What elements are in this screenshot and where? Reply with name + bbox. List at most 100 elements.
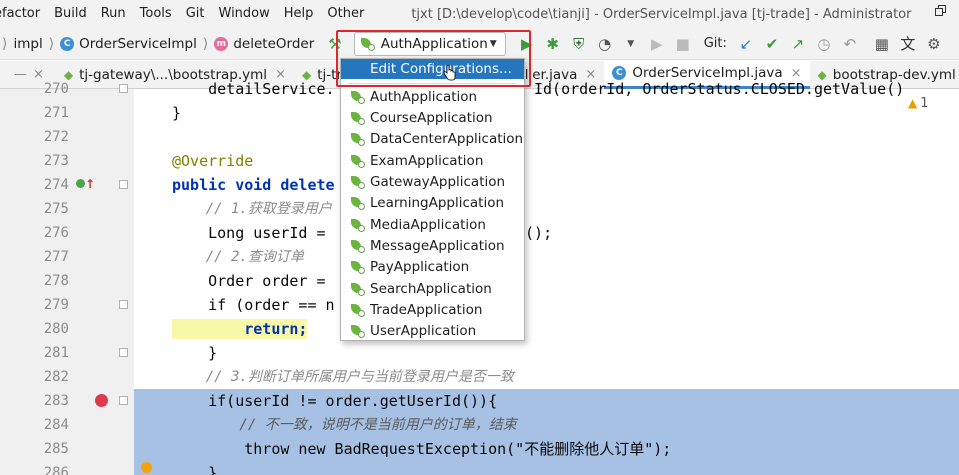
warning-indicator[interactable]: ▲ 1 xyxy=(908,96,929,111)
spring-boot-icon xyxy=(351,196,365,210)
spring-boot-icon xyxy=(351,154,365,168)
code-text: return; xyxy=(172,317,308,341)
config-label: PayApplication xyxy=(370,258,470,275)
config-label: GatewayApplication xyxy=(370,173,506,190)
implements-method-icon[interactable]: ↑ xyxy=(76,177,95,191)
edit-configurations-item[interactable]: Edit Configurations... xyxy=(341,59,524,79)
menu-tools[interactable]: Tools xyxy=(133,0,179,28)
config-item-media[interactable]: MediaApplication xyxy=(341,214,524,235)
code-text: @Override xyxy=(172,152,254,170)
menu-window[interactable]: Window xyxy=(212,0,277,28)
spring-boot-icon xyxy=(351,90,365,104)
settings-icon[interactable]: ⚙ xyxy=(923,33,945,55)
config-label: MessageApplication xyxy=(370,237,505,254)
fold-marker-icon[interactable] xyxy=(119,396,128,405)
run-configuration-label: AuthApplication xyxy=(380,35,488,52)
profile-icon[interactable]: ◔ xyxy=(594,33,616,55)
more-run-options-icon[interactable]: ▼ xyxy=(620,33,642,55)
warning-count: 1 xyxy=(920,96,929,111)
translate-icon[interactable]: 文 xyxy=(897,33,919,55)
project-structure-icon[interactable]: ▦ xyxy=(871,33,893,55)
line-number: 285 xyxy=(43,441,69,457)
line-number: 284 xyxy=(43,417,69,433)
rollback-icon[interactable]: ↶ xyxy=(839,33,861,55)
edit-configurations-label: Edit Configurations... xyxy=(370,61,512,77)
menu-git[interactable]: Git xyxy=(179,0,212,28)
spring-boot-icon xyxy=(351,218,365,232)
code-line: 285 throw new BadRequestException("不能删除他… xyxy=(0,437,959,461)
class-icon: C xyxy=(60,36,75,51)
code-text: } xyxy=(172,344,218,362)
chevron-right-icon: ⟩ xyxy=(48,35,55,52)
fold-marker-icon[interactable] xyxy=(119,180,128,189)
line-number: 271 xyxy=(43,105,69,121)
code-text: Order order = xyxy=(172,272,335,290)
code-line: 283 if(userId != order.getUserId()){ xyxy=(0,389,959,413)
menu-run[interactable]: Run xyxy=(94,0,133,28)
config-item-pay[interactable]: PayApplication xyxy=(341,256,524,277)
breadcrumb-impl[interactable]: impl xyxy=(13,36,42,52)
line-number: 274 xyxy=(43,177,69,193)
restore-window-icon[interactable] xyxy=(935,5,947,17)
line-number: 280 xyxy=(43,321,69,337)
code-text: if(userId != order.getUserId()){ xyxy=(172,392,498,410)
fold-marker-icon[interactable] xyxy=(119,348,128,357)
config-item-gateway[interactable]: GatewayApplication xyxy=(341,171,524,192)
git-update-icon[interactable]: ↙ xyxy=(735,33,757,55)
fold-marker-icon[interactable] xyxy=(119,300,128,309)
config-item-user[interactable]: UserApplication xyxy=(341,320,524,341)
git-commit-icon[interactable]: ✔ xyxy=(761,33,783,55)
spring-boot-icon xyxy=(351,303,365,317)
code-line: 281 } xyxy=(0,341,959,365)
fold-marker-icon[interactable] xyxy=(119,84,128,93)
breakpoint-icon[interactable] xyxy=(95,394,108,407)
code-text: } xyxy=(172,464,218,475)
code-fragment: Id(orderId, OrderStatus.CLOSED.getValue(… xyxy=(534,80,905,98)
code-text: // 3.判断订单所属用户与当前登录用户是否一致 xyxy=(172,369,514,385)
config-item-trade[interactable]: TradeApplication xyxy=(341,299,524,320)
chevron-right-icon: ⟩ xyxy=(2,35,8,52)
config-item-search[interactable]: SearchApplication xyxy=(341,278,524,299)
window-title: tjxt [D:\develop\code\tianji] - OrderSer… xyxy=(411,6,912,22)
config-item-course[interactable]: CourseApplication xyxy=(341,107,524,128)
code-text: if (order == n xyxy=(172,296,335,314)
git-push-icon[interactable]: ↗ xyxy=(787,33,809,55)
intention-bulb-icon[interactable] xyxy=(141,462,152,473)
history-icon[interactable]: ◷ xyxy=(813,33,835,55)
breadcrumb-class[interactable]: OrderServiceImpl xyxy=(79,36,197,52)
debug-icon[interactable]: ✱ xyxy=(542,33,564,55)
config-item-message[interactable]: MessageApplication xyxy=(341,235,524,256)
code-text: } xyxy=(172,104,182,122)
menu-build[interactable]: Build xyxy=(47,0,94,28)
line-number: 278 xyxy=(43,273,69,289)
code-text: throw new BadRequestException("不能删除他人订单"… xyxy=(172,440,672,458)
navigation-toolbar: ⟩ impl ⟩ C OrderServiceImpl ⟩ m deleteOr… xyxy=(0,28,959,60)
menu-refactor[interactable]: efactor xyxy=(0,0,47,28)
menu-separator xyxy=(347,83,517,84)
line-number: 277 xyxy=(43,249,69,265)
spring-boot-icon xyxy=(360,37,375,51)
line-number: 276 xyxy=(43,225,69,241)
spring-boot-icon xyxy=(351,111,365,125)
code-text: // 不一致，说明不是当前用户的订单，结束 xyxy=(172,417,517,433)
build-hammer-icon[interactable]: ⚒ xyxy=(328,35,341,53)
coverage-icon[interactable]: ⛨ xyxy=(568,33,590,55)
config-item-auth[interactable]: AuthApplication xyxy=(341,86,524,107)
line-number: 282 xyxy=(43,369,69,385)
breadcrumb-method[interactable]: deleteOrder xyxy=(233,36,314,52)
menu-help[interactable]: Help xyxy=(277,0,321,28)
config-item-datacenter[interactable]: DataCenterApplication xyxy=(341,128,524,149)
config-item-learning[interactable]: LearningApplication xyxy=(341,192,524,213)
line-number: 275 xyxy=(43,201,69,217)
code-fragment: detailService. xyxy=(172,80,335,98)
config-label: SearchApplication xyxy=(370,280,492,297)
config-label: ExamApplication xyxy=(370,152,484,169)
code-text: detailService. xyxy=(172,77,335,101)
spring-boot-icon xyxy=(351,324,365,338)
spring-boot-icon xyxy=(351,175,365,189)
config-item-exam[interactable]: ExamApplication xyxy=(341,150,524,171)
config-label: AuthApplication xyxy=(370,88,478,105)
run-icon[interactable]: ▶ xyxy=(516,33,538,55)
run-configuration-select[interactable]: AuthApplication ▼ xyxy=(353,31,506,56)
menu-other[interactable]: Other xyxy=(320,0,371,28)
